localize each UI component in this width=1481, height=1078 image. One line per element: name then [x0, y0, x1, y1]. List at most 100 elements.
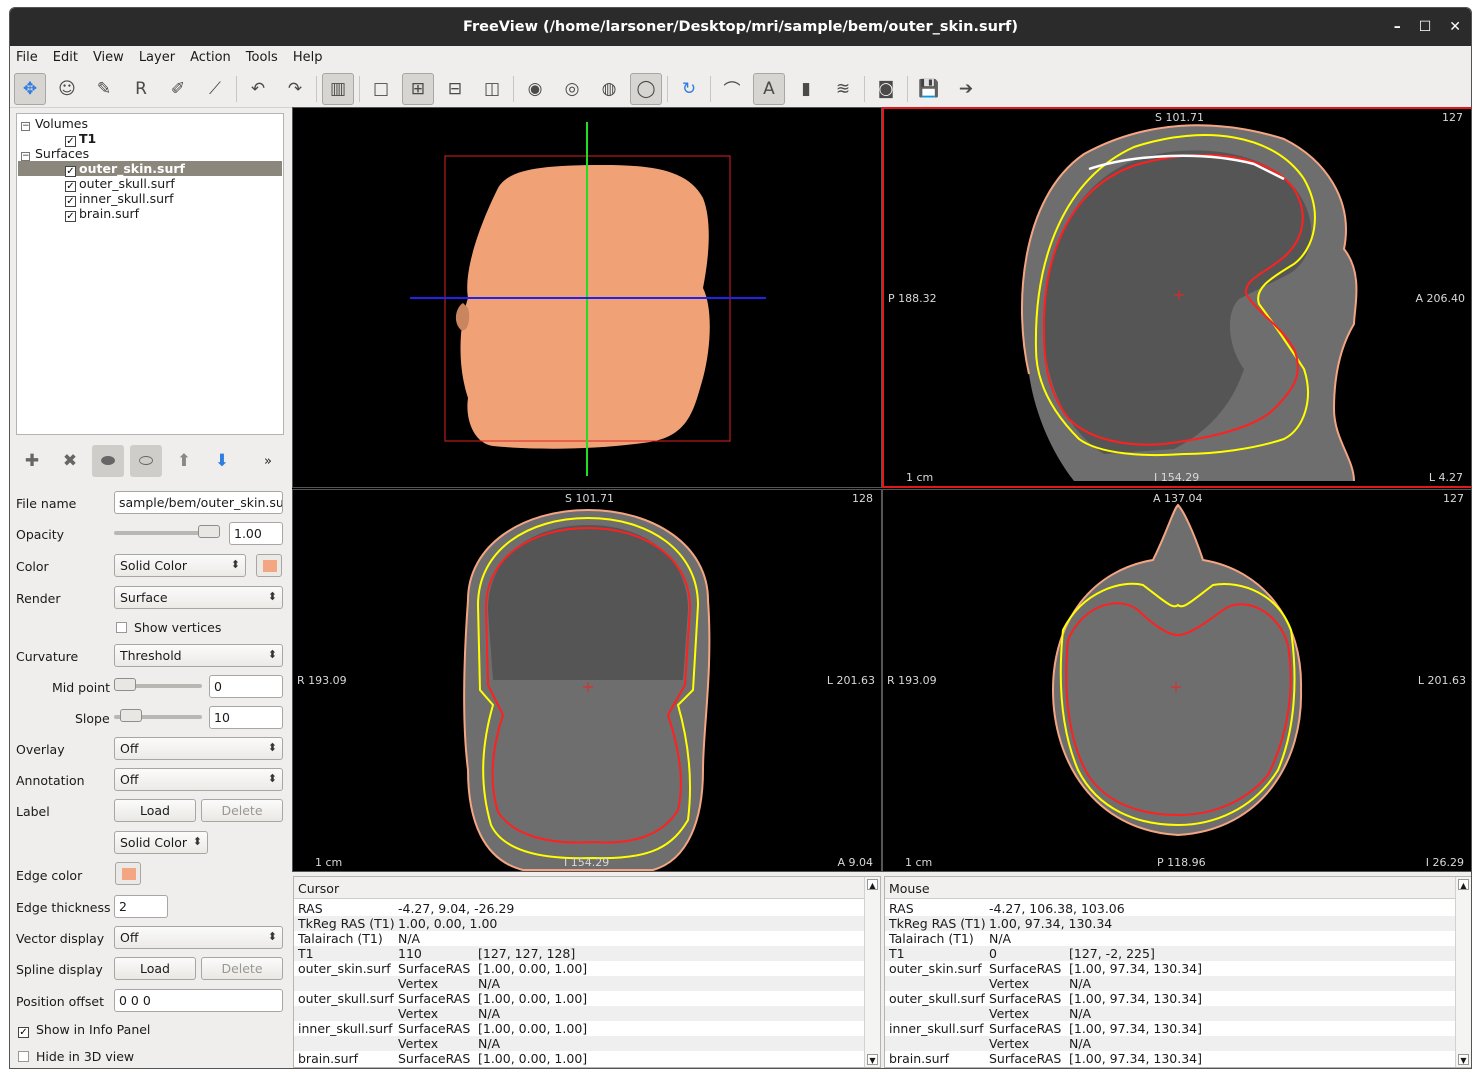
- spline-load-button[interactable]: Load: [114, 957, 196, 980]
- move-down-icon[interactable]: ⬇: [206, 445, 238, 477]
- midpoint-field[interactable]: 0: [209, 675, 283, 698]
- label-label: Label: [16, 804, 50, 819]
- label-color-select[interactable]: Solid Color: [114, 831, 208, 854]
- layout-1x1-icon[interactable]: □: [365, 73, 397, 105]
- axial-view-icon[interactable]: ◍: [593, 73, 625, 105]
- slope-field[interactable]: 10: [209, 706, 283, 729]
- outer-skin-surface: [460, 165, 710, 449]
- overlay-select[interactable]: Off: [114, 737, 283, 760]
- color-mode-select[interactable]: Solid Color: [114, 554, 246, 577]
- goto-point-icon[interactable]: ➔: [950, 73, 982, 105]
- reset-view-icon[interactable]: ↻: [673, 73, 705, 105]
- layout-1-3h-icon[interactable]: ◫: [476, 73, 508, 105]
- save-point-icon[interactable]: 💾: [913, 73, 945, 105]
- tree-item-brain[interactable]: ✓ brain.surf: [65, 206, 139, 222]
- snapshot-icon[interactable]: ◙: [870, 73, 902, 105]
- info-row: inner_skull.surf SurfaceRAS [1.00, 0.00, 1…: [294, 1021, 864, 1036]
- view-sagittal[interactable]: S 101.71 127 P 188.32 A 206.40 I 154.29 …: [882, 107, 1471, 488]
- label-delete-button[interactable]: Delete: [201, 799, 283, 822]
- navigate-icon[interactable]: ✥: [14, 72, 46, 105]
- show-vertices-checkbox[interactable]: Show vertices: [116, 620, 221, 635]
- view-coronal[interactable]: S 101.71 128 R 193.09 L 201.63 I 154.29 …: [292, 489, 882, 872]
- info-row: outer_skin.surf SurfaceRAS [1.00, 97.34, 1…: [885, 961, 1455, 976]
- maximize-icon[interactable]: ☐: [1419, 19, 1432, 35]
- surface-main-icon[interactable]: ⬬: [92, 445, 124, 477]
- tree-item-outer-skin[interactable]: ✓ outer_skin.surf: [18, 161, 282, 177]
- axial-bottom-label: P 118.96: [1157, 856, 1206, 869]
- info-row: outer_skull.surf SurfaceRAS [1.00, 97.34, …: [885, 991, 1455, 1006]
- show-annotation-icon[interactable]: A: [753, 72, 785, 105]
- info-cell-value: 0: [989, 946, 997, 961]
- more-button[interactable]: »: [252, 445, 284, 477]
- slope-slider-handle[interactable]: [120, 709, 142, 722]
- tree-item-inner-skull[interactable]: ✓ inner_skull.surf: [65, 191, 174, 207]
- minimize-icon[interactable]: –: [1394, 19, 1401, 35]
- layout-1-3-icon[interactable]: ⊟: [439, 73, 471, 105]
- coronal-top-label: S 101.71: [565, 492, 614, 505]
- main-toolbar: ✥ ☺ ✎ R ✐ ⟋ ↶ ↷ ▥ □ ⊞ ⊟ ◫ ◉ ◎ ◍ ◯ ↻ ⌒ A ▮ ≋ ◙ 💾 ➔: [10, 70, 1471, 108]
- coronal-slice-number: 128: [852, 492, 873, 505]
- collapse-icon[interactable]: −: [21, 122, 30, 131]
- visibility-checkbox[interactable]: ✓: [65, 211, 76, 222]
- cursor-panel-scrollbar[interactable]: ▲ ▼: [864, 877, 880, 1067]
- spline-delete-button[interactable]: Delete: [201, 957, 283, 980]
- contour-icon[interactable]: ⟋: [199, 73, 231, 105]
- 3d-view-icon[interactable]: ◯: [630, 72, 662, 105]
- move-up-icon[interactable]: ⬆: [168, 445, 200, 477]
- info-cell-value: 1.00, 97.34, 130.34: [989, 916, 1113, 931]
- toggle-panel-icon[interactable]: ▥: [322, 72, 354, 105]
- info-cell-name: RAS: [298, 901, 323, 916]
- info-cell-extra: [1.00, 97.34, 130.34]: [1069, 1051, 1203, 1066]
- annotation-select[interactable]: Off: [114, 768, 283, 791]
- hide-in-3d-view-checkbox[interactable]: Hide in 3D view: [18, 1049, 134, 1064]
- label-load-button[interactable]: Load: [114, 799, 196, 822]
- add-surface-icon[interactable]: ✚: [16, 445, 48, 477]
- info-cell-name: inner_skull.surf: [298, 1021, 393, 1036]
- mouse-panel-scrollbar[interactable]: ▲ ▼: [1455, 877, 1471, 1067]
- view-axial[interactable]: A 137.04 127 R 193.09 L 201.63 P 118.96 …: [882, 489, 1471, 872]
- collapse-icon[interactable]: −: [21, 152, 30, 161]
- menu-action[interactable]: Action: [190, 50, 231, 65]
- menu-file[interactable]: File: [16, 50, 38, 65]
- layout-2x2-icon[interactable]: ⊞: [402, 72, 434, 105]
- edge-thickness-spinbox[interactable]: 2: [114, 895, 168, 918]
- coronal-view-icon[interactable]: ◎: [556, 73, 588, 105]
- menu-help[interactable]: Help: [293, 50, 323, 65]
- tree-item-volumes[interactable]: − Volumes: [21, 116, 88, 131]
- menu-view[interactable]: View: [93, 50, 124, 65]
- menu-edit[interactable]: Edit: [53, 50, 78, 65]
- opacity-slider-handle[interactable]: [198, 525, 220, 538]
- voxel-edit-icon[interactable]: ✎: [88, 73, 120, 105]
- midpoint-slider-handle[interactable]: [114, 678, 136, 691]
- info-cell-value: N/A: [398, 931, 421, 946]
- menu-tools[interactable]: Tools: [246, 50, 278, 65]
- recon-edit-icon[interactable]: ☺: [51, 73, 83, 105]
- surface-inflated-icon[interactable]: ⬭: [130, 445, 162, 477]
- show-surface-icon[interactable]: ⌒: [716, 73, 748, 105]
- vector-display-select[interactable]: Off: [114, 926, 283, 949]
- color-swatch-button[interactable]: [256, 554, 282, 577]
- show-in-info-panel-checkbox[interactable]: ✓ Show in Info Panel: [18, 1022, 150, 1038]
- view-3d[interactable]: [292, 107, 882, 488]
- close-icon[interactable]: ✕: [1449, 19, 1461, 35]
- colorbar-icon[interactable]: ▮: [790, 73, 822, 105]
- info-row: TkReg RAS (T1) 1.00, 0.00, 1.00: [294, 916, 864, 931]
- tree-item-outer-skull[interactable]: ✓ outer_skull.surf: [65, 176, 175, 192]
- undo-icon[interactable]: ↶: [242, 73, 274, 105]
- opacity-spinbox[interactable]: 1.00: [229, 522, 283, 545]
- tree-item-surfaces[interactable]: − Surfaces: [21, 146, 89, 161]
- point-set-edit-icon[interactable]: ✐: [162, 73, 194, 105]
- roi-edit-icon[interactable]: R: [125, 73, 157, 105]
- edge-color-button[interactable]: [115, 862, 141, 885]
- redo-icon[interactable]: ↷: [279, 73, 311, 105]
- sagittal-view-icon[interactable]: ◉: [519, 73, 551, 105]
- position-offset-field[interactable]: 0 0 0: [114, 989, 283, 1012]
- menu-layer[interactable]: Layer: [139, 50, 175, 65]
- render-select[interactable]: Surface: [114, 586, 283, 609]
- tree-item-t1[interactable]: ✓ T1: [65, 131, 96, 147]
- curvature-select[interactable]: Threshold: [114, 644, 283, 667]
- histogram-icon[interactable]: ≋: [827, 73, 859, 105]
- file-name-field[interactable]: sample/bem/outer_skin.surf: [114, 491, 283, 514]
- menu-bar: File Edit View Layer Action Tools Help: [10, 46, 1471, 69]
- remove-surface-icon[interactable]: ✖: [54, 445, 86, 477]
